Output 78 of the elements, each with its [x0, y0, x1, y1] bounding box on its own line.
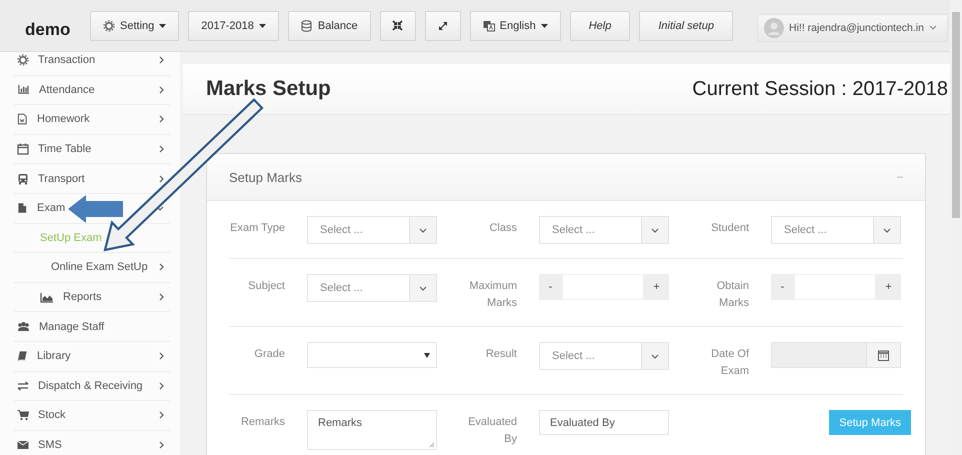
sidebar-item[interactable]: Transaction — [14, 52, 170, 76]
caret-icon — [540, 24, 548, 28]
sidebar-item[interactable]: Time Table — [14, 134, 170, 164]
card-title: Setup Marks — [229, 170, 302, 184]
database-icon — [300, 20, 312, 32]
scrollbar-thumb[interactable] — [952, 12, 960, 218]
session-label: Current Session : 2017-2018 — [692, 78, 948, 100]
sidebar-item[interactable]: SMS — [14, 430, 170, 455]
four-arrows-icon — [392, 20, 404, 31]
book-icon — [17, 350, 28, 362]
field-label: Maximum Marks — [468, 279, 517, 311]
field-label: Evaluated By — [467, 415, 517, 447]
sidebar-item[interactable]: Attendance — [14, 76, 170, 106]
sidebar-item[interactable]: Online Exam SetUp — [14, 253, 170, 283]
field-label: Obtain Marks — [716, 279, 749, 311]
sidebar-item[interactable]: Reports — [14, 282, 170, 312]
dropdown-button[interactable]: Setting — [90, 10, 180, 40]
field-label: Exam Type — [229, 221, 285, 236]
chevron-down-icon — [651, 228, 659, 232]
sidebar-item[interactable]: Stock — [14, 401, 170, 431]
increment-button[interactable]: + — [644, 274, 669, 300]
increment-button[interactable]: + — [876, 274, 901, 300]
dropdown-button[interactable]: 2017-2018 — [188, 10, 279, 40]
resize-grip-icon[interactable] — [429, 442, 435, 448]
field-label: Result — [484, 347, 517, 362]
calendar-icon — [878, 350, 889, 360]
decrement-button[interactable]: - — [771, 274, 794, 300]
brand-title: demo — [25, 20, 72, 40]
user-menu[interactable]: Hi!! rajendra@junctiontech.in — [757, 14, 948, 42]
sidebar-item[interactable]: Library — [14, 342, 170, 372]
caret-icon — [258, 24, 266, 28]
link-button[interactable]: Initial setup — [639, 10, 733, 40]
field-label: Remarks — [240, 415, 285, 430]
diagonal-arrow-icon — [438, 20, 448, 30]
decrement-button[interactable]: - — [539, 274, 562, 300]
icon-button[interactable] — [380, 10, 416, 40]
chevron-down-icon — [651, 354, 659, 358]
select-field[interactable]: Select ... — [771, 216, 901, 244]
calendar-icon — [17, 143, 29, 156]
document-icon — [17, 113, 28, 126]
text-area[interactable]: Remarks — [307, 410, 437, 450]
select-field[interactable]: Select ... — [307, 274, 437, 302]
chevron-down-icon — [883, 228, 891, 232]
swap-arrows-icon — [17, 380, 29, 391]
translate-icon — [482, 20, 495, 32]
avatar-icon — [764, 18, 784, 38]
select-field[interactable]: Select ... — [539, 342, 669, 370]
caret-icon — [159, 24, 166, 28]
sidebar-item[interactable]: Homework — [14, 105, 170, 135]
select-field[interactable]: Select ... — [539, 216, 669, 244]
text-field[interactable]: Evaluated By — [539, 410, 669, 435]
sidebar-item[interactable]: Dispatch & Receiving — [14, 372, 170, 402]
envelope-icon — [17, 440, 29, 450]
cart-icon — [17, 409, 29, 422]
pointer-arrow — [68, 195, 123, 223]
field-label: Student — [710, 221, 749, 236]
field-label: Date Of Exam — [710, 347, 749, 379]
bus-icon — [17, 172, 29, 185]
dropdown-button[interactable]: English — [470, 10, 561, 40]
gear-icon — [17, 54, 29, 66]
toolbar-button[interactable]: Balance — [288, 10, 371, 40]
users-icon — [17, 320, 30, 333]
caret-icon — [424, 352, 430, 358]
field-label: Subject — [247, 279, 285, 294]
area-chart-icon — [40, 292, 54, 303]
field-label: Class — [488, 221, 517, 236]
link-button[interactable]: Help — [570, 10, 630, 40]
select-field[interactable]: Select ... — [307, 216, 437, 244]
select-field[interactable] — [307, 342, 437, 368]
chevron-down-icon — [419, 228, 427, 232]
sidebar-item[interactable]: Manage Staff — [14, 312, 170, 342]
chevron-down-icon — [419, 286, 427, 290]
field-label: Grade — [253, 347, 285, 362]
file-icon — [17, 202, 28, 214]
bar-chart-icon — [17, 84, 30, 96]
page-title: Marks Setup — [206, 77, 331, 101]
gear-icon — [103, 20, 115, 32]
chevron-down-icon — [928, 25, 937, 30]
